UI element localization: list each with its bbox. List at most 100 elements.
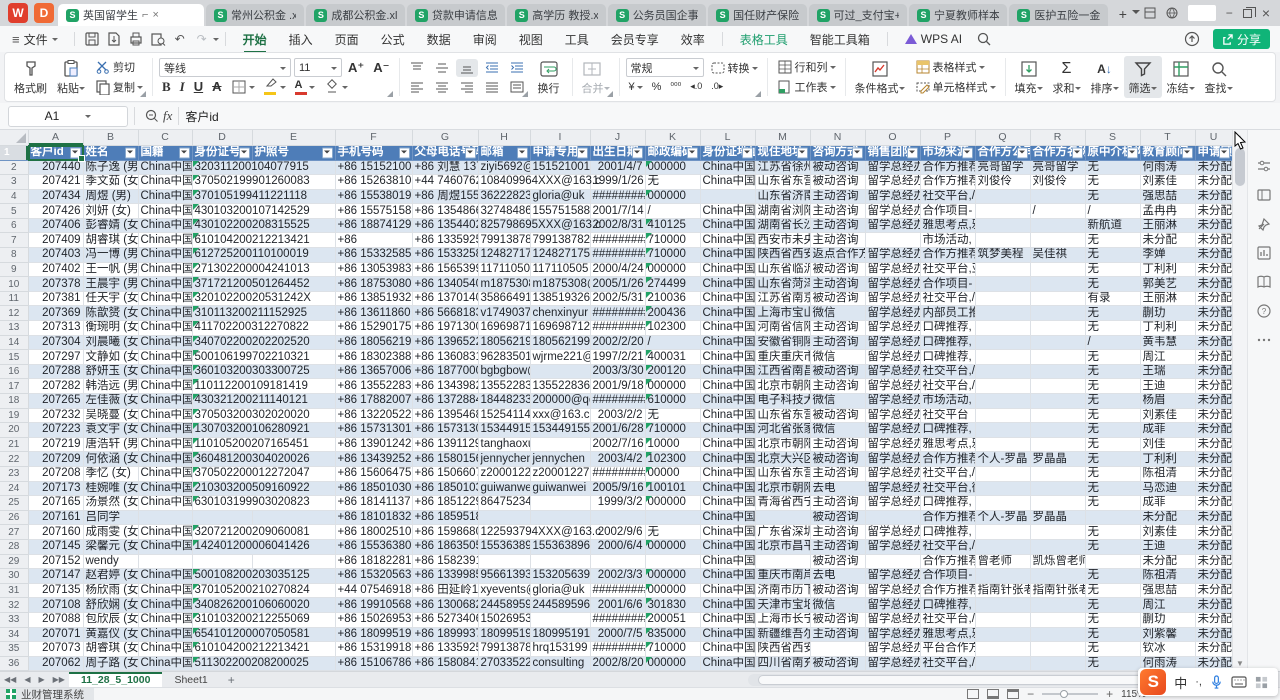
cell-G28[interactable]: +86 1863505000 bbox=[412, 539, 478, 554]
cell-I5[interactable]: 155751588 bbox=[530, 204, 590, 219]
cell-N24[interactable]: 去电 bbox=[810, 481, 865, 496]
cell-J15[interactable]: 1997/2/21 bbox=[590, 350, 645, 365]
cell-A36[interactable]: 207062 bbox=[28, 656, 83, 671]
cell-G7[interactable]: +86 13359257067 bbox=[412, 233, 478, 248]
cell-R22[interactable]: 罗晶晶 bbox=[1030, 452, 1085, 467]
cell-G20[interactable]: +86 1573130169 bbox=[412, 423, 478, 438]
redo-icon[interactable]: ↷ bbox=[193, 31, 211, 47]
cell-I23[interactable]: z20001227 bbox=[530, 466, 590, 481]
doc-tab-6[interactable]: S国任财产保险样本.x bbox=[708, 4, 806, 26]
cell-I21[interactable] bbox=[530, 437, 590, 452]
cell-N22[interactable]: 被动咨询 bbox=[810, 452, 865, 467]
cell-U22[interactable]: 未分配 bbox=[1195, 452, 1232, 467]
cell-B6[interactable]: 彭睿婧 (女 bbox=[83, 218, 138, 233]
cell-R5[interactable]: / bbox=[1030, 204, 1085, 219]
cell-C4[interactable]: China中国 bbox=[138, 189, 192, 204]
cell-D8[interactable]: 612725200110100019 bbox=[192, 248, 335, 263]
row-28-header[interactable]: 28 bbox=[0, 539, 28, 554]
cell-O21[interactable]: 留学总经办 bbox=[865, 437, 920, 452]
cell-D17[interactable]: 110112200109181419 bbox=[192, 379, 335, 394]
row-1-header[interactable]: 1 bbox=[0, 145, 28, 160]
merge-button[interactable]: 合并 bbox=[577, 56, 615, 98]
row-13-header[interactable]: 13 bbox=[0, 321, 28, 336]
cell-I9[interactable]: 117110505 bbox=[530, 262, 590, 277]
zoom-out-button[interactable]: − bbox=[1027, 687, 1034, 700]
cell-O6[interactable]: 留学总经办 bbox=[865, 218, 920, 233]
cell-P5[interactable]: 合作项目- bbox=[920, 204, 975, 219]
zoom-formula-icon[interactable] bbox=[143, 108, 161, 124]
col-Q-header[interactable]: Q bbox=[975, 130, 1030, 145]
cell-R33[interactable] bbox=[1030, 612, 1085, 627]
align-left-button[interactable] bbox=[406, 78, 428, 96]
cell-S34[interactable]: 无 bbox=[1085, 627, 1140, 642]
cell-U21[interactable]: 未分配 bbox=[1195, 437, 1232, 452]
cell-K19[interactable]: 无 bbox=[645, 408, 700, 423]
cell-P18[interactable]: 市场活动, bbox=[920, 394, 975, 409]
col-N-header[interactable]: N bbox=[810, 130, 865, 145]
cell-S11[interactable]: 有录 bbox=[1085, 291, 1140, 306]
cell-F10[interactable]: +86 18753080 bbox=[335, 277, 412, 292]
cell-B32[interactable]: 舒欣娴 (女 bbox=[83, 598, 138, 613]
row-30-header[interactable]: 30 bbox=[0, 569, 28, 584]
cell-N15[interactable]: 微信 bbox=[810, 350, 865, 365]
cell-M16[interactable]: 江西省南昌 bbox=[755, 364, 810, 379]
cell-C13[interactable]: China中国 bbox=[138, 321, 192, 336]
cell-L35[interactable]: China中国 bbox=[700, 642, 755, 657]
cell-J17[interactable]: 2001/9/18 bbox=[590, 379, 645, 394]
help-icon[interactable]: ? bbox=[1256, 303, 1272, 319]
cell-U9[interactable]: 未分配 bbox=[1195, 262, 1232, 277]
col-G-header[interactable]: G bbox=[412, 130, 478, 145]
cell-I32[interactable]: 244589596 bbox=[530, 598, 590, 613]
cell-N27[interactable]: 主动咨询 bbox=[810, 525, 865, 540]
cell-Q26[interactable]: 个人-罗晶 bbox=[975, 510, 1030, 525]
cell-G15[interactable]: +86 13608312769 bbox=[412, 350, 478, 365]
cell-L13[interactable]: China中国 bbox=[700, 321, 755, 336]
cell-C8[interactable]: China中国 bbox=[138, 248, 192, 263]
cell-T6[interactable]: 王丽淋 bbox=[1140, 218, 1195, 233]
cell-I29[interactable] bbox=[530, 554, 590, 569]
cell-L29[interactable]: China中国 bbox=[700, 554, 755, 569]
row-31-header[interactable]: 31 bbox=[0, 583, 28, 598]
cell-T30[interactable]: 陈祖清 bbox=[1140, 569, 1195, 584]
cell-N30[interactable]: 去电 bbox=[810, 569, 865, 584]
cell-U26[interactable]: 未分配 bbox=[1195, 510, 1232, 525]
cell-C23[interactable]: China中国 bbox=[138, 466, 192, 481]
cell-H35[interactable]: 799138782 bbox=[478, 642, 530, 657]
currency-button[interactable]: ¥ bbox=[626, 80, 646, 94]
cell-U20[interactable]: 未分配 bbox=[1195, 423, 1232, 438]
scroll-up-arrow[interactable]: ▲ bbox=[1236, 133, 1244, 142]
cell-A12[interactable]: 207369 bbox=[28, 306, 83, 321]
cell-P9[interactable]: 社交平台,亚 bbox=[920, 262, 975, 277]
cell-U17[interactable]: 未分配 bbox=[1195, 379, 1232, 394]
cell-I8[interactable]: 124827175 bbox=[530, 248, 590, 263]
font-color-button[interactable]: A bbox=[292, 78, 318, 96]
cell-A30[interactable]: 207147 bbox=[28, 569, 83, 584]
header-cell-U1[interactable]: 申请顾问 bbox=[1195, 145, 1232, 160]
cell-C12[interactable]: China中国 bbox=[138, 306, 192, 321]
cell-I25[interactable] bbox=[530, 496, 590, 511]
cell-B19[interactable]: 吴晓蔓 (女 bbox=[83, 408, 138, 423]
cell-B4[interactable]: 周煜 (男) bbox=[83, 189, 138, 204]
cell-H13[interactable]: 169698712 bbox=[478, 321, 530, 336]
cell-S26[interactable] bbox=[1085, 510, 1140, 525]
cell-J16[interactable]: 2003/3/30 bbox=[590, 364, 645, 379]
cell-B34[interactable]: 黄嘉仪 (女 bbox=[83, 627, 138, 642]
cell-M5[interactable]: 湖南省浏阳 bbox=[755, 204, 810, 219]
cell-O9[interactable]: 留学总经办 bbox=[865, 262, 920, 277]
cell-O34[interactable]: 留学总经办 bbox=[865, 627, 920, 642]
formula-content[interactable]: 客户id bbox=[185, 108, 218, 125]
cell-F12[interactable]: +86 13611860 bbox=[335, 306, 412, 321]
cell-B31[interactable]: 杨欣雨 (女 bbox=[83, 583, 138, 598]
cell-M12[interactable]: 上海市宝山 bbox=[755, 306, 810, 321]
cell-R10[interactable] bbox=[1030, 277, 1085, 292]
cell-S9[interactable]: 无 bbox=[1085, 262, 1140, 277]
col-B-header[interactable]: B bbox=[83, 130, 138, 145]
cell-H4[interactable]: 362228235 bbox=[478, 189, 530, 204]
conditional-format-button[interactable]: 条件格式 bbox=[850, 56, 910, 98]
cell-D24[interactable]: 210303200509160922 bbox=[192, 481, 335, 496]
cell-U30[interactable]: 未分配 bbox=[1195, 569, 1232, 584]
cell-L36[interactable]: China中国 bbox=[700, 656, 755, 671]
cell-B2[interactable]: 陈子逸 (男 bbox=[83, 160, 138, 175]
cell-R23[interactable] bbox=[1030, 466, 1085, 481]
cell-R17[interactable] bbox=[1030, 379, 1085, 394]
